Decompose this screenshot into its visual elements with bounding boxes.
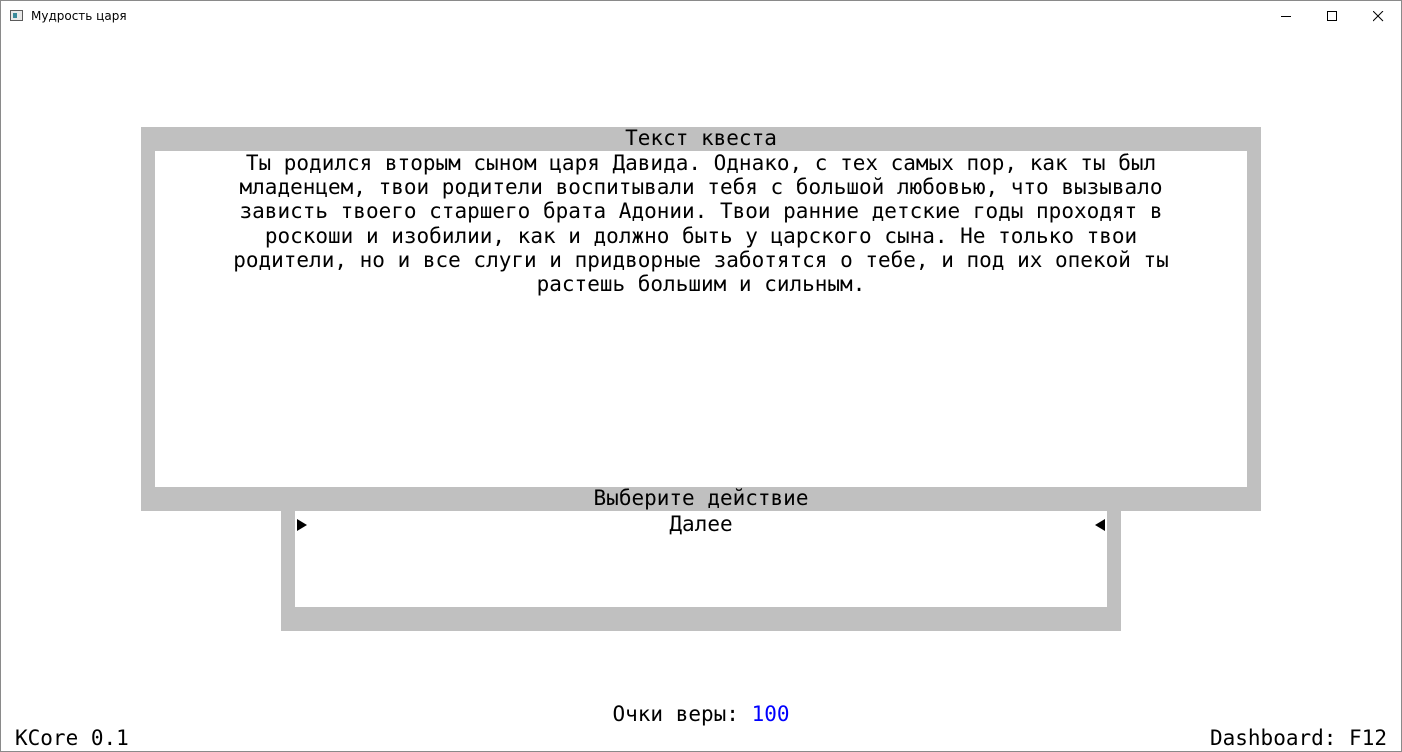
quest-text: Ты родился вторым сыном царя Давида. Одн… xyxy=(233,151,1169,297)
actions-list: Далее xyxy=(295,511,1107,607)
faith-points-label: Очки веры: xyxy=(612,702,752,726)
action-item-label[interactable]: Далее xyxy=(295,513,1107,535)
actions-panel-title: Выберите действие xyxy=(593,486,809,510)
title-bar[interactable]: Мудрость царя xyxy=(1,1,1401,31)
action-item-next[interactable]: Далее xyxy=(295,513,1107,535)
quest-panel-title: Текст квеста xyxy=(625,126,777,150)
quest-panel: Текст квеста Ты родился вторым сыном цар… xyxy=(141,127,1261,511)
selector-left-arrow-icon xyxy=(1095,519,1105,531)
faith-points-value: 100 xyxy=(751,702,790,726)
maximize-button[interactable] xyxy=(1309,1,1355,31)
window-title: Мудрость царя xyxy=(31,9,127,23)
faith-points: Очки веры: 100 xyxy=(0,702,1402,726)
engine-version: KCore 0.1 xyxy=(15,726,129,750)
app-icon xyxy=(10,10,23,21)
close-icon xyxy=(1372,10,1383,21)
maximize-icon xyxy=(1326,10,1337,21)
minimize-icon xyxy=(1280,15,1291,17)
quest-text-area: Ты родился вторым сыном царя Давида. Одн… xyxy=(155,151,1247,487)
actions-panel: Далее xyxy=(281,511,1121,631)
dashboard-hint: Dashboard: F12 xyxy=(1209,726,1387,750)
close-button[interactable] xyxy=(1355,1,1401,31)
minimize-button[interactable] xyxy=(1263,1,1309,31)
